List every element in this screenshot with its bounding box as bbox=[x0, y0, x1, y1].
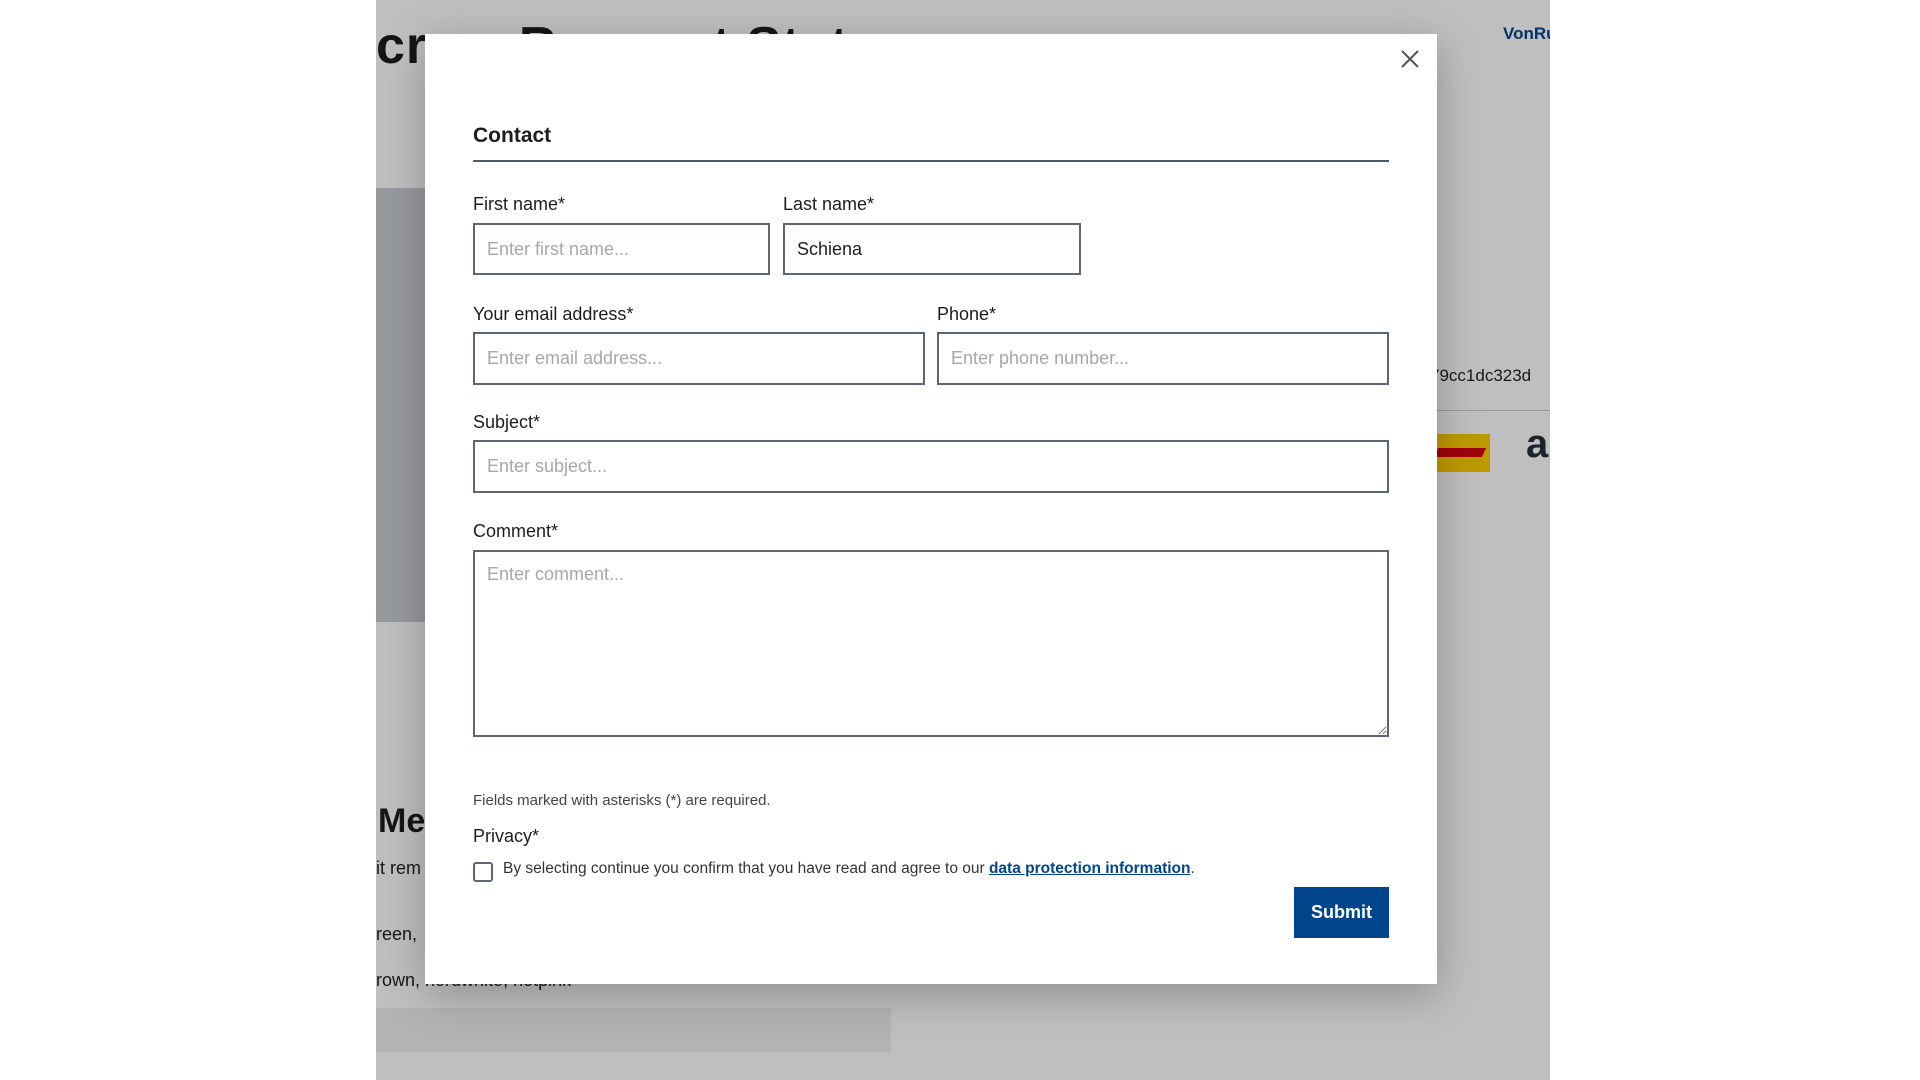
last-name-input[interactable] bbox=[783, 223, 1081, 275]
phone-input[interactable] bbox=[937, 332, 1389, 385]
email-input[interactable] bbox=[473, 332, 925, 385]
comment-textarea[interactable] bbox=[473, 550, 1389, 737]
comment-label: Comment* bbox=[473, 521, 559, 541]
email-label: Your email address* bbox=[473, 304, 634, 324]
right-margin bbox=[1550, 0, 1920, 1080]
privacy-consent-text: By selecting continue you confirm that y… bbox=[503, 860, 1195, 878]
submit-button[interactable]: Submit bbox=[1294, 887, 1389, 938]
privacy-checkbox[interactable] bbox=[473, 862, 493, 882]
first-name-input[interactable] bbox=[473, 223, 770, 275]
privacy-label: Privacy* bbox=[473, 826, 540, 846]
first-name-label: First name* bbox=[473, 194, 566, 214]
required-fields-note: Fields marked with asterisks (*) are req… bbox=[473, 792, 771, 809]
modal-title: Contact bbox=[473, 124, 552, 147]
title-divider bbox=[473, 160, 1389, 162]
data-protection-link[interactable]: data protection information bbox=[989, 860, 1191, 877]
left-margin bbox=[0, 0, 376, 1080]
subject-label: Subject* bbox=[473, 412, 541, 432]
contact-modal: Contact First name* Last name* Your emai… bbox=[425, 34, 1437, 984]
phone-label: Phone* bbox=[937, 304, 997, 324]
close-button[interactable] bbox=[1395, 44, 1425, 74]
subject-input[interactable] bbox=[473, 440, 1389, 493]
privacy-text-after: . bbox=[1190, 860, 1195, 877]
close-icon bbox=[1401, 50, 1419, 68]
privacy-text-before: By selecting continue you confirm that y… bbox=[503, 860, 989, 877]
last-name-label: Last name* bbox=[783, 194, 875, 214]
